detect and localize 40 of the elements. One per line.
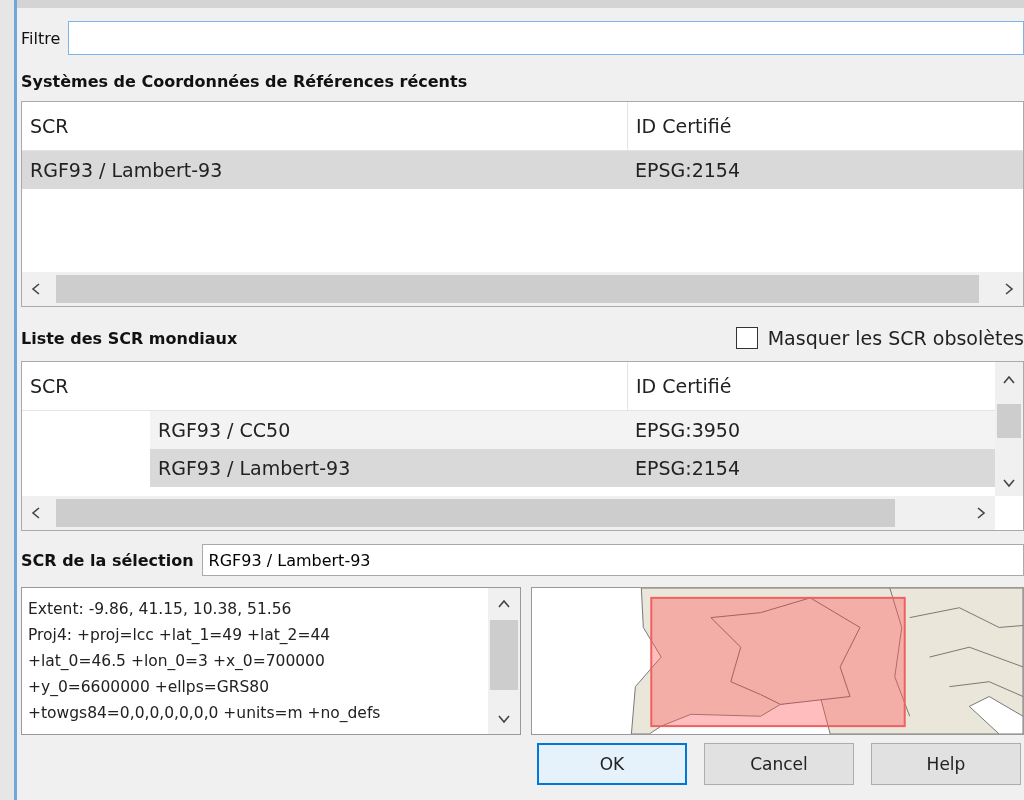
crs-name[interactable]: RGF93 / Lambert-93 [30, 159, 223, 181]
scroll-left-icon[interactable] [30, 506, 42, 520]
crs-id: EPSG:3950 [627, 411, 995, 449]
crs-name[interactable]: RGF93 / Lambert-93 [150, 449, 627, 487]
selection-label: SCR de la sélection [21, 550, 194, 570]
crs-details-line: +lat_0=46.5 +lon_0=3 +x_0=700000 [28, 651, 326, 672]
crs-name[interactable]: RGF93 / CC50 [150, 411, 627, 449]
checkbox-icon[interactable] [735, 327, 758, 349]
dialog-button[interactable]: Help [871, 743, 1021, 785]
crs-details-line: Proj4: +proj=lcc +lat_1=49 +lat_2=44 [28, 625, 332, 646]
crs-id: EPSG:2154 [627, 151, 1023, 189]
vertical-scrollbar[interactable] [995, 362, 1023, 496]
column-header[interactable]: SCR [22, 362, 627, 410]
column-header[interactable]: SCR [22, 102, 627, 150]
scroll-thumb[interactable] [997, 404, 1021, 438]
scroll-left-icon[interactable] [30, 282, 42, 296]
vertical-scrollbar[interactable] [488, 588, 520, 734]
section-title: Liste des SCR mondiaux [21, 328, 238, 348]
horizontal-scrollbar[interactable] [22, 272, 1023, 306]
crs-details-line: +towgs84=0,0,0,0,0,0,0 +units=m +no_defs [28, 703, 382, 724]
filter-field[interactable] [68, 21, 1024, 55]
scroll-up-icon[interactable] [497, 598, 511, 610]
dialog-button[interactable]: Cancel [704, 743, 854, 785]
horizontal-scrollbar[interactable] [22, 496, 995, 530]
hide-deprecated-checkbox[interactable]: Masquer les SCR obsolètes [735, 327, 1024, 349]
filter-label: Filtre [21, 28, 61, 48]
crs-details-box[interactable]: Extent: -9.86, 41.15, 10.38, 51.56 Proj4: +proj=lcc +lat_1=49 +lat_2=44 +lat_0=46.5 +lon_0=3 +x_0=700000 +y_0=6600000 +ellps=GRS80 +towgs84=0,0,0,0,0,0,0 +units=m +no_defs [21, 587, 521, 735]
section-title: Systèmes de Coordonnées de Références récents [21, 72, 469, 91]
crs-details-line: Extent: -9.86, 41.15, 10.38, 51.56 [28, 599, 293, 620]
crs-details-line: +y_0=6600000 +ellps=GRS80 [28, 677, 271, 698]
crs-id: EPSG:2154 [627, 449, 995, 487]
selection-field[interactable]: RGF93 / Lambert-93 [201, 544, 1024, 576]
scroll-thumb[interactable] [56, 275, 979, 303]
scroll-right-icon[interactable] [1003, 282, 1015, 296]
scroll-thumb[interactable] [490, 620, 518, 690]
column-header[interactable]: ID Certifié [627, 102, 1023, 150]
scroll-thumb[interactable] [56, 499, 895, 527]
dialog-button[interactable]: OK [537, 743, 687, 785]
scroll-up-icon[interactable] [1002, 374, 1016, 386]
scroll-right-icon[interactable] [975, 506, 987, 520]
